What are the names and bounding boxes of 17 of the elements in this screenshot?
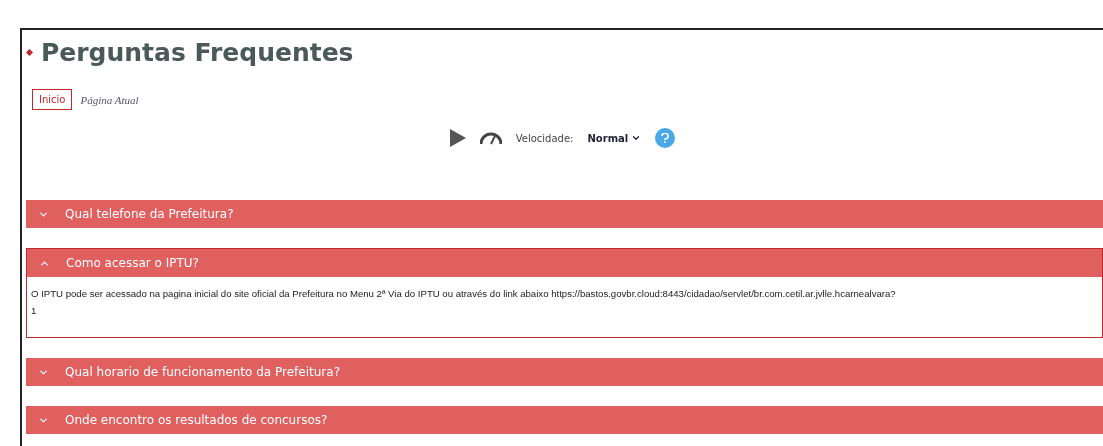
help-button[interactable] xyxy=(655,128,676,148)
help-icon xyxy=(661,133,670,143)
answer-text: 1 xyxy=(31,304,38,318)
speed-select[interactable]: Normal xyxy=(587,132,642,144)
speedometer-icon xyxy=(479,131,502,145)
faq-question[interactable]: Como acessar o IPTU? xyxy=(27,249,1102,277)
faq-question[interactable]: Qual horario de funcionamento da Prefeitura? xyxy=(26,358,1103,386)
chevron-down-icon xyxy=(631,133,642,143)
play-icon[interactable] xyxy=(449,129,466,147)
page-title: Perguntas Frequentes xyxy=(41,38,354,67)
faq-question[interactable]: Onde encontro os resultados de concursos? xyxy=(26,406,1103,434)
breadcrumb-current: Página Atual xyxy=(80,93,139,106)
answer-text: O IPTU pode ser acessado na pagina inicial do site oficial da Prefeitura no Menu 2ª Via do IPTU ou através do link abaixo https://bastos.govbr.cloud:8443/cidadao/servlet/br.com.cetil.ar.jvlle.hcarnealvara? xyxy=(31,287,897,301)
diamond-icon xyxy=(26,49,33,56)
breadcrumb-link[interactable]: Inicio xyxy=(32,89,73,110)
speed-label: Velocidade: xyxy=(515,132,574,144)
faq-question[interactable]: Qual telefone da Prefeitura? xyxy=(26,200,1103,228)
